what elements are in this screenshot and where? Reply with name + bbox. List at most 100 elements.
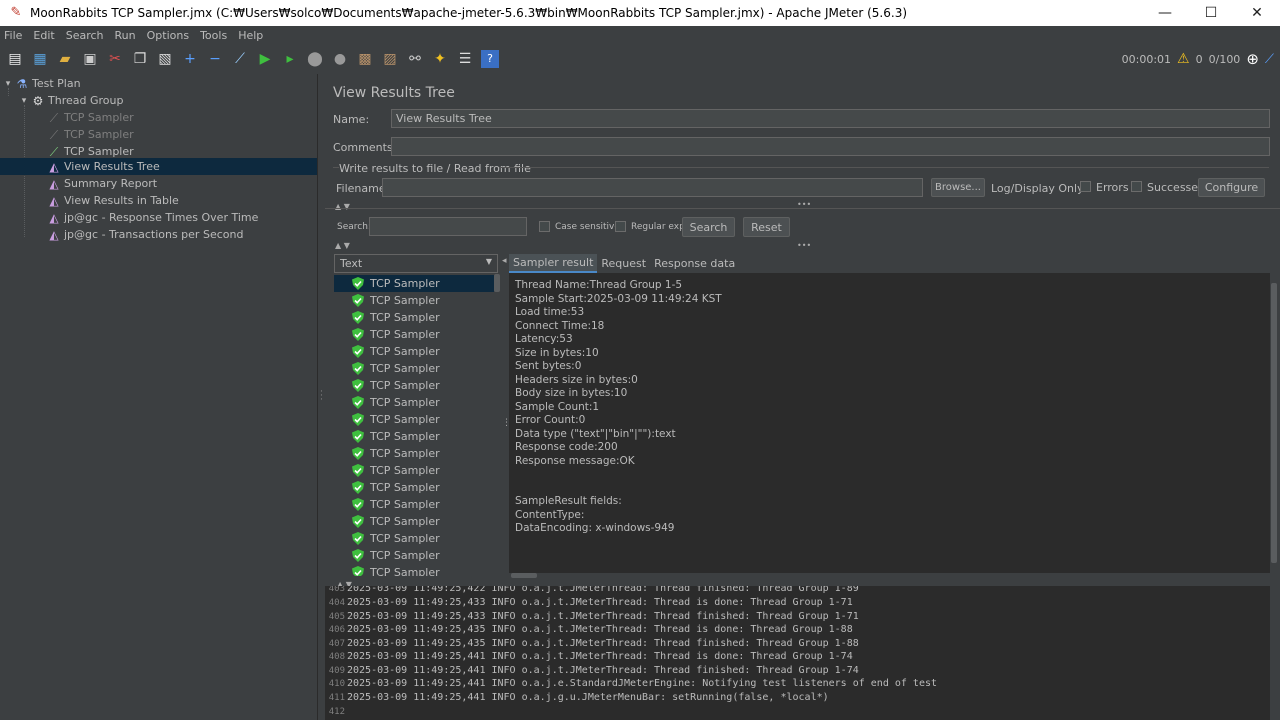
tree-item-summary-report[interactable]: ◭ Summary Report bbox=[0, 175, 317, 192]
result-scrollbar[interactable] bbox=[1270, 273, 1278, 573]
scrollbar-thumb[interactable] bbox=[1271, 283, 1277, 563]
list-item[interactable]: TCP Sampler bbox=[334, 377, 494, 394]
results-scrollbar[interactable] bbox=[494, 274, 500, 576]
clear-icon[interactable]: ▩ bbox=[356, 50, 374, 68]
list-item[interactable]: TCP Sampler bbox=[334, 462, 494, 479]
sampler-result-text[interactable]: Thread Name:Thread Group 1-5 Sample Star… bbox=[509, 273, 1270, 573]
menu-run[interactable]: Run bbox=[115, 29, 136, 42]
tree-item-view-results-tree[interactable]: ◭ View Results Tree bbox=[0, 158, 317, 175]
menu-search[interactable]: Search bbox=[66, 29, 104, 42]
menu-file[interactable]: File bbox=[4, 29, 22, 42]
start-no-pauses-icon[interactable]: ▸ bbox=[281, 50, 299, 68]
elapsed-time: 00:00:01 bbox=[1121, 52, 1172, 66]
save-icon[interactable]: ▣ bbox=[81, 50, 99, 68]
shutdown-icon[interactable]: ● bbox=[331, 50, 349, 68]
collapse-left-icon[interactable]: ◂ bbox=[502, 256, 507, 266]
collapse-arrows-icon[interactable]: ▲ ▼ bbox=[335, 241, 350, 250]
log-viewer-icon[interactable]: ⟋ bbox=[1265, 52, 1274, 67]
filename-field[interactable] bbox=[382, 178, 923, 197]
menu-help[interactable]: Help bbox=[238, 29, 263, 42]
expander-icon[interactable]: ▾ bbox=[2, 79, 14, 89]
tree-item-transactions-per-second[interactable]: ◭ jp@gc - Transactions per Second bbox=[0, 226, 317, 243]
comments-field[interactable] bbox=[391, 137, 1270, 156]
list-item[interactable]: TCP Sampler bbox=[334, 292, 494, 309]
function-helper-icon[interactable]: ☰ bbox=[456, 50, 474, 68]
templates-icon[interactable]: ▦ bbox=[31, 50, 49, 68]
clear-all-icon[interactable]: ▨ bbox=[381, 50, 399, 68]
search-binoculars-icon[interactable]: ⚯ bbox=[406, 50, 424, 68]
search-button[interactable]: Search bbox=[682, 217, 735, 237]
tree-item-response-times-over-time[interactable]: ◭ jp@gc - Response Times Over Time bbox=[0, 209, 317, 226]
reset-button[interactable]: Reset bbox=[743, 217, 790, 237]
tree-item-thread-group[interactable]: ▾ ⚙ Thread Group bbox=[0, 92, 317, 109]
tree-item-view-results-in-table[interactable]: ◭ View Results in Table bbox=[0, 192, 317, 209]
copy-icon[interactable]: ❐ bbox=[131, 50, 149, 68]
expand-icon[interactable]: + bbox=[181, 50, 199, 68]
results-list[interactable]: TCP Sampler TCP Sampler TCP Sampler TCP … bbox=[334, 274, 494, 576]
configure-button[interactable]: Configure bbox=[1198, 178, 1265, 197]
list-item[interactable]: TCP Sampler bbox=[334, 547, 494, 564]
result-hscrollbar[interactable] bbox=[509, 573, 1270, 579]
tab-sampler-result[interactable]: Sampler result bbox=[509, 254, 598, 273]
close-button[interactable]: ✕ bbox=[1234, 0, 1280, 26]
menu-tools[interactable]: Tools bbox=[200, 29, 227, 42]
title-bar: ✎ MoonRabbits TCP Sampler.jmx (C:₩Users₩… bbox=[0, 0, 1280, 26]
splitter-grip-icon[interactable]: ••• bbox=[797, 241, 811, 250]
list-item[interactable]: TCP Sampler bbox=[334, 530, 494, 547]
reset-search-icon[interactable]: ✦ bbox=[431, 50, 449, 68]
remote-globe-icon[interactable]: ⊕ bbox=[1246, 50, 1259, 68]
list-item[interactable]: TCP Sampler bbox=[334, 394, 494, 411]
warning-icon[interactable]: ⚠ bbox=[1177, 51, 1190, 67]
list-item[interactable]: TCP Sampler bbox=[334, 428, 494, 445]
start-icon[interactable]: ▶ bbox=[256, 50, 274, 68]
collapse-arrows-icon[interactable]: ▲ ▼ bbox=[335, 202, 350, 211]
result-line: Response code:200 bbox=[515, 441, 618, 453]
successes-checkbox[interactable] bbox=[1131, 181, 1142, 192]
minimize-button[interactable]: — bbox=[1142, 0, 1188, 26]
renderer-select[interactable]: Text ▼ bbox=[334, 254, 498, 273]
tree-splitter[interactable]: · · · bbox=[317, 74, 325, 720]
maximize-button[interactable]: ☐ bbox=[1188, 0, 1234, 26]
list-item[interactable]: TCP Sampler bbox=[334, 513, 494, 530]
stop-icon[interactable]: ⬤ bbox=[306, 50, 324, 68]
cut-icon[interactable]: ✂ bbox=[106, 50, 124, 68]
errors-checkbox[interactable] bbox=[1080, 181, 1091, 192]
log-scrollbar[interactable] bbox=[1270, 586, 1280, 720]
result-line bbox=[515, 482, 1264, 496]
browse-button[interactable]: Browse... bbox=[931, 178, 985, 197]
scrollbar-thumb[interactable] bbox=[511, 573, 537, 578]
expander-icon[interactable]: ▾ bbox=[18, 96, 30, 106]
menu-options[interactable]: Options bbox=[147, 29, 189, 42]
splitter-grip-icon[interactable]: ⋮ bbox=[502, 418, 511, 428]
tree-item-tcp-sampler-disabled[interactable]: ⟋ TCP Sampler bbox=[0, 109, 317, 126]
tree-item-test-plan[interactable]: ▾ ⚗ Test Plan bbox=[0, 75, 317, 92]
search-input[interactable] bbox=[369, 217, 527, 236]
tree-item-tcp-sampler-disabled[interactable]: ⟋ TCP Sampler bbox=[0, 126, 317, 143]
paste-icon[interactable]: ▧ bbox=[156, 50, 174, 68]
new-icon[interactable]: ▤ bbox=[6, 50, 24, 68]
name-field[interactable]: View Results Tree bbox=[391, 109, 1270, 128]
success-shield-icon bbox=[352, 515, 364, 528]
list-item[interactable]: TCP Sampler bbox=[334, 326, 494, 343]
log-console[interactable]: 403 2025-03-09 11:49:25,422 INFO o.a.j.t.… bbox=[325, 586, 1280, 720]
list-item[interactable]: TCP Sampler bbox=[334, 496, 494, 513]
regex-checkbox[interactable] bbox=[615, 221, 626, 232]
list-item[interactable]: TCP Sampler bbox=[334, 564, 494, 576]
tab-response-data[interactable]: Response data bbox=[650, 254, 739, 273]
list-item[interactable]: TCP Sampler bbox=[334, 309, 494, 326]
case-sensitive-checkbox[interactable] bbox=[539, 221, 550, 232]
collapse-icon[interactable]: − bbox=[206, 50, 224, 68]
list-item[interactable]: TCP Sampler bbox=[334, 479, 494, 496]
list-item[interactable]: TCP Sampler bbox=[334, 343, 494, 360]
success-shield-icon bbox=[352, 447, 364, 460]
list-item[interactable]: TCP Sampler bbox=[334, 411, 494, 428]
list-item[interactable]: TCP Sampler bbox=[334, 275, 494, 292]
open-icon[interactable]: ▰ bbox=[56, 50, 74, 68]
list-item[interactable]: TCP Sampler bbox=[334, 445, 494, 462]
menu-edit[interactable]: Edit bbox=[33, 29, 54, 42]
help-icon[interactable]: ? bbox=[481, 50, 499, 68]
tab-request[interactable]: Request bbox=[597, 254, 650, 273]
toggle-icon[interactable]: ⟋ bbox=[231, 50, 249, 68]
list-item[interactable]: TCP Sampler bbox=[334, 360, 494, 377]
scrollbar-thumb[interactable] bbox=[494, 274, 500, 292]
